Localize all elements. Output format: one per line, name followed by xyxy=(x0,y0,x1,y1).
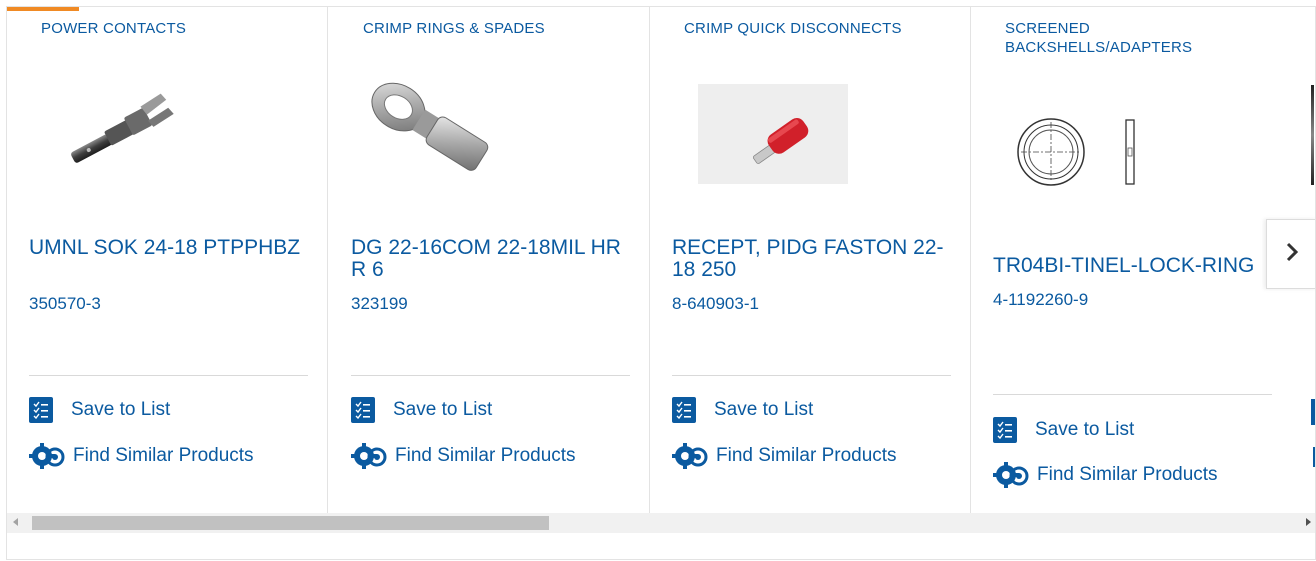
product-title-link[interactable]: UMNL SOK 24-18 PTPPHBZ xyxy=(29,237,309,259)
quick-disconnect-image[interactable] xyxy=(698,84,848,184)
find-similar-label: Find Similar Products xyxy=(1037,464,1218,485)
product-carousel: POWER CONTACTS UMNL SOK 24-18 PTPPHBZ 35… xyxy=(6,6,1316,560)
part-number: 350570-3 xyxy=(29,294,101,313)
gears-icon xyxy=(351,443,387,469)
find-similar-button[interactable]: Find Similar Products xyxy=(29,443,254,469)
gears-icon xyxy=(993,462,1029,488)
part-number: 323199 xyxy=(351,294,408,313)
part-number: 8-640903-1 xyxy=(672,294,759,313)
find-similar-button[interactable]: Find Similar Products xyxy=(993,462,1218,488)
product-card: CRIMP QUICK DISCONNECTS RECEPT, PIDG FAS… xyxy=(650,7,971,513)
product-card: POWER CONTACTS UMNL SOK 24-18 PTPPHBZ 35… xyxy=(7,7,328,513)
checklist-icon xyxy=(672,397,696,423)
find-similar-label: Find Similar Products xyxy=(73,445,254,466)
horizontal-scrollbar[interactable] xyxy=(7,513,1315,533)
save-to-list-button[interactable]: Save to List xyxy=(29,397,170,423)
save-to-list-button[interactable]: Save to List xyxy=(993,417,1134,443)
gears-icon xyxy=(672,443,708,469)
checklist-icon xyxy=(351,397,375,423)
find-similar-label: Find Similar Products xyxy=(716,445,897,466)
scroll-right-arrow[interactable] xyxy=(1306,518,1311,526)
product-card: SCREENED BACKSHELLS/ADAPTERS TR04BI-TINE… xyxy=(971,7,1292,503)
save-to-list-label: Save to List xyxy=(71,399,171,420)
divider xyxy=(351,375,630,376)
carousel-next-button[interactable] xyxy=(1266,219,1315,289)
save-to-list-button[interactable]: Save to List xyxy=(351,397,492,423)
product-card: CRIMP RINGS & SPADES DG 22-16COM 22-18MI… xyxy=(329,7,650,513)
chevron-right-icon xyxy=(1285,242,1299,267)
find-similar-label: Find Similar Products xyxy=(395,445,576,466)
find-similar-button[interactable]: Find Similar Products xyxy=(672,443,897,469)
power-contact-image[interactable] xyxy=(29,69,205,201)
product-title-link[interactable]: RECEPT, PIDG FASTON 22-18 250 xyxy=(672,237,952,281)
product-title-link[interactable]: DG 22-16COM 22-18MIL HR R 6 xyxy=(351,237,631,281)
product-category[interactable]: CRIMP RINGS & SPADES xyxy=(363,19,623,38)
checklist-icon xyxy=(29,397,53,423)
divider xyxy=(29,375,308,376)
lock-ring-drawing-image[interactable] xyxy=(1005,112,1155,192)
product-category[interactable]: CRIMP QUICK DISCONNECTS xyxy=(684,19,944,38)
ring-terminal-image[interactable] xyxy=(359,77,509,197)
product-title-link[interactable]: TR04BI-TINEL-LOCK-RING xyxy=(993,255,1283,277)
scrollbar-thumb[interactable] xyxy=(32,516,549,530)
product-category[interactable]: POWER CONTACTS xyxy=(41,19,301,38)
save-to-list-label: Save to List xyxy=(393,399,493,420)
part-number: 4-1192260-9 xyxy=(993,290,1089,309)
scroll-left-arrow[interactable] xyxy=(13,518,18,526)
save-to-list-button[interactable]: Save to List xyxy=(672,397,813,423)
divider xyxy=(993,394,1272,395)
divider xyxy=(672,375,951,376)
product-category[interactable]: SCREENED BACKSHELLS/ADAPTERS xyxy=(1005,19,1235,57)
save-to-list-label: Save to List xyxy=(714,399,814,420)
save-to-list-label: Save to List xyxy=(1035,419,1135,440)
checklist-icon xyxy=(993,417,1017,443)
find-similar-button[interactable]: Find Similar Products xyxy=(351,443,576,469)
gears-icon xyxy=(29,443,65,469)
